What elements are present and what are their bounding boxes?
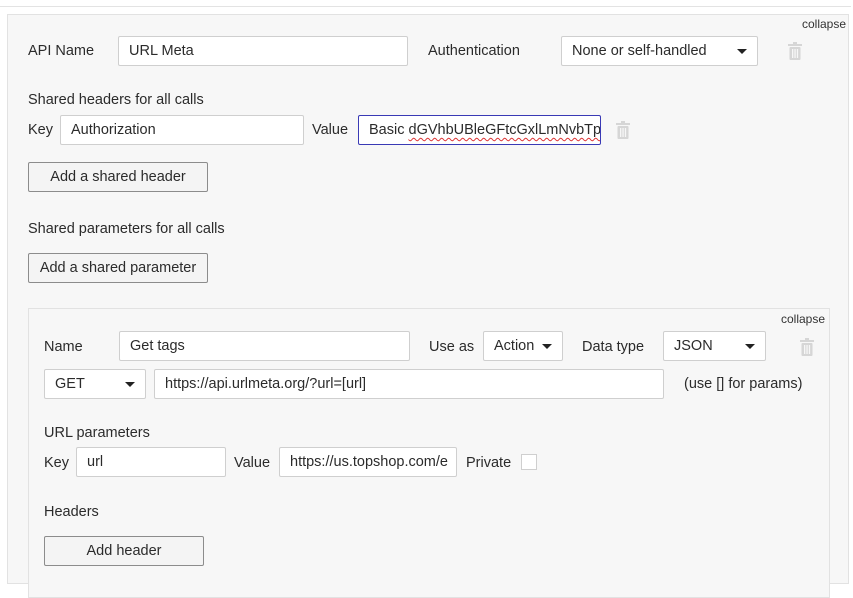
trash-icon[interactable] [616, 121, 630, 139]
header-key-label: Key [28, 122, 53, 138]
trash-icon[interactable] [800, 338, 814, 356]
param-key-label: Key [44, 455, 69, 471]
add-header-button[interactable]: Add header [44, 536, 204, 566]
api-panel: collapse API Name URL Meta Authenticatio… [7, 14, 849, 598]
shared-headers-title: Shared headers for all calls [28, 92, 204, 108]
data-type-label: Data type [582, 339, 645, 355]
chevron-down-icon [737, 49, 747, 54]
header-value-input[interactable]: Basic dGVhbUBleGFtcGxlLmNvbTpu [358, 115, 601, 145]
call-name-input[interactable]: Get tags [119, 331, 410, 361]
api-name-label: API Name [28, 43, 95, 59]
header-key-input[interactable]: Authorization [60, 115, 304, 145]
chevron-down-icon [542, 344, 552, 349]
use-as-label: Use as [429, 339, 475, 355]
data-type-select[interactable]: JSON [663, 331, 766, 361]
collapse-link[interactable]: collapse [802, 17, 846, 31]
authentication-select[interactable]: None or self-handled [561, 36, 758, 66]
method-value: GET [55, 376, 85, 392]
trash-icon[interactable] [788, 42, 802, 60]
chevron-down-icon [745, 344, 755, 349]
header-value-prefix: Basic [369, 122, 409, 138]
header-value-label: Value [312, 122, 349, 138]
headers-title: Headers [44, 504, 99, 520]
param-key-input[interactable]: url [76, 447, 226, 477]
private-label: Private [466, 455, 512, 471]
param-value-label: Value [234, 455, 271, 471]
header-value-token: dGVhbUBleGFtcGxlLmNvbTpu [408, 122, 601, 138]
api-name-input[interactable]: URL Meta [118, 36, 408, 66]
use-as-value: Action [494, 338, 535, 354]
chevron-down-icon [125, 382, 135, 387]
authentication-value: None or self-handled [572, 43, 707, 59]
call-name-label: Name [44, 339, 83, 355]
use-as-select[interactable]: Action [483, 331, 563, 361]
api-call-panel: collapse Name Get tags Use as Action Dat… [28, 308, 830, 598]
shared-params-title: Shared parameters for all calls [28, 221, 225, 237]
top-divider [0, 6, 851, 7]
data-type-value: JSON [674, 338, 713, 354]
add-shared-header-button[interactable]: Add a shared header [28, 162, 208, 192]
url-params-title: URL parameters [44, 425, 150, 441]
call-collapse-link[interactable]: collapse [781, 312, 825, 326]
method-select[interactable]: GET [44, 369, 146, 399]
private-checkbox[interactable] [521, 454, 537, 470]
authentication-label: Authentication [428, 43, 520, 59]
add-shared-parameter-button[interactable]: Add a shared parameter [28, 253, 208, 283]
url-hint: (use [] for params) [684, 376, 803, 392]
param-value-input[interactable]: https://us.topshop.com/e [279, 447, 457, 477]
url-input[interactable]: https://api.urlmeta.org/?url=[url] [154, 369, 664, 399]
